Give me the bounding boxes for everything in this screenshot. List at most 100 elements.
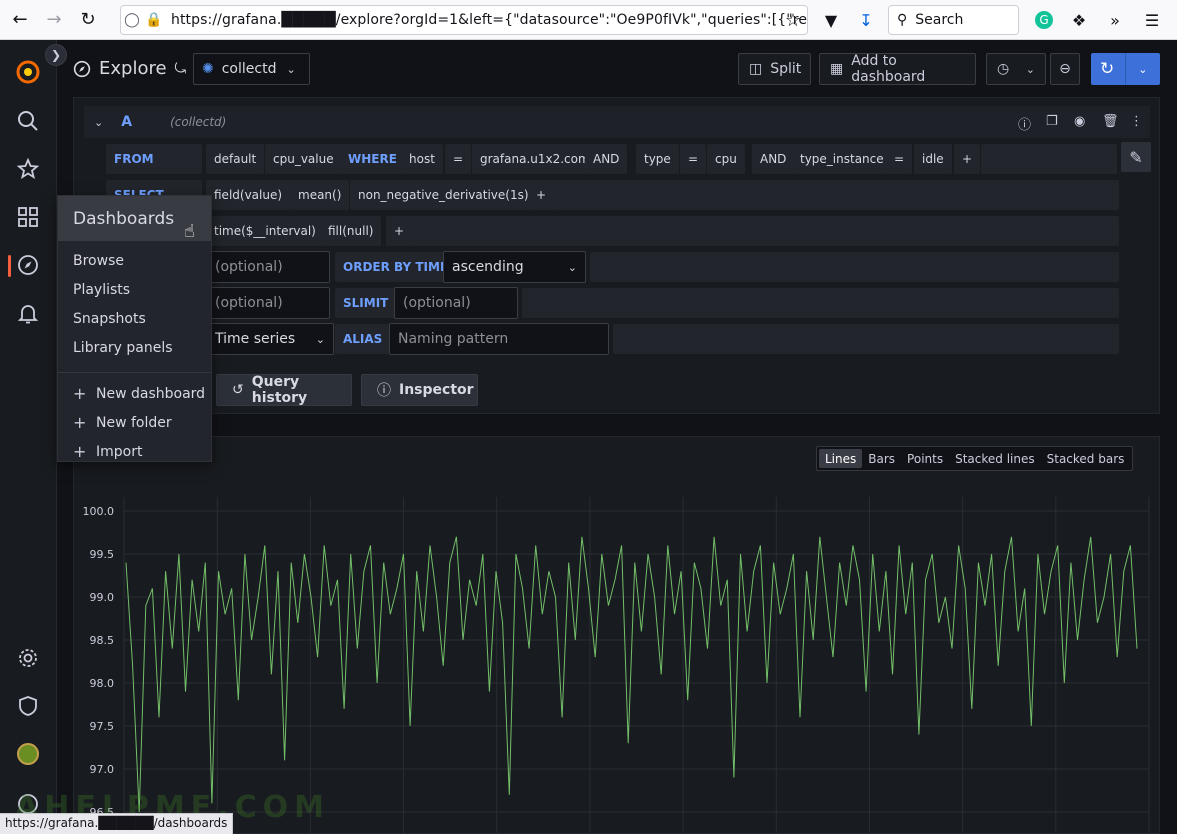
where-operator[interactable]: = bbox=[680, 144, 707, 174]
expand-menu-chevron-icon[interactable]: ❯ bbox=[45, 44, 67, 66]
slimit-input[interactable]: (optional) bbox=[394, 287, 518, 319]
query-row-header: ⌄ A (collectd) ⓘ ❐ ◉ 🗑 ⋮ bbox=[84, 106, 1150, 138]
query-history-button[interactable]: ↺ Query history bbox=[216, 374, 352, 406]
row-filler bbox=[613, 324, 1119, 354]
zoom-out-icon: ⊖ bbox=[1059, 61, 1071, 77]
help-icon[interactable]: ⓘ bbox=[1018, 114, 1031, 133]
y-tick-label: 98.5 bbox=[90, 634, 115, 647]
extension-icon[interactable]: ❖ bbox=[1067, 8, 1091, 32]
grammarly-icon[interactable]: G bbox=[1032, 8, 1056, 32]
menu-item-import[interactable]: + Import bbox=[58, 437, 211, 466]
apps-grid-icon: ▦ bbox=[830, 61, 844, 77]
overflow-chevrons-icon[interactable]: » bbox=[1103, 8, 1127, 32]
starred-icon[interactable] bbox=[14, 155, 42, 183]
split-button[interactable]: ◫ Split bbox=[738, 53, 811, 85]
refresh-icon: ↻ bbox=[1100, 59, 1115, 79]
where-key-type[interactable]: type bbox=[636, 144, 679, 174]
alerting-bell-icon[interactable] bbox=[14, 299, 42, 327]
retention-policy[interactable]: default bbox=[206, 144, 265, 174]
series-line bbox=[125, 536, 1138, 813]
url-bar[interactable]: ◯ 🔒 https://grafana.█████/explore?orgId=… bbox=[120, 5, 808, 35]
menu-item-browse[interactable]: Browse bbox=[58, 246, 211, 275]
where-key-type-instance[interactable]: type_instance bbox=[792, 144, 892, 174]
download-icon[interactable]: ↧ bbox=[854, 8, 878, 32]
where-value-type[interactable]: cpu bbox=[707, 144, 745, 174]
measurement[interactable]: cpu_value bbox=[265, 144, 342, 174]
row-filler bbox=[553, 180, 1119, 210]
order-select[interactable]: ascending ⌄ bbox=[443, 251, 586, 283]
chevron-down-icon: ⌄ bbox=[315, 332, 325, 346]
search-placeholder: Search bbox=[915, 12, 964, 28]
graph-panel: Lines Bars Points Stacked lines Stacked … bbox=[73, 436, 1160, 834]
where-value-host[interactable]: grafana.u1x2.com bbox=[472, 144, 598, 174]
menu-item-playlists[interactable]: Playlists bbox=[58, 275, 211, 304]
where-operator[interactable]: = bbox=[445, 144, 472, 174]
time-picker-button[interactable]: ◷ ⌄ bbox=[986, 53, 1046, 85]
group-by-time[interactable]: time($__interval) bbox=[206, 216, 324, 246]
forward-icon[interactable]: → bbox=[40, 6, 68, 34]
group-by-fill[interactable]: fill(null) bbox=[320, 216, 382, 246]
drag-handle-icon[interactable]: ⋮ bbox=[1130, 114, 1143, 129]
url-text: https://grafana.█████/explore?orgId=1&le… bbox=[171, 12, 808, 28]
add-group-by-button[interactable]: + bbox=[386, 216, 413, 246]
run-query-button[interactable]: ↻ ⌄ bbox=[1091, 53, 1160, 85]
menu-item-new-folder[interactable]: + New folder bbox=[58, 408, 211, 437]
add-to-dashboard-button[interactable]: ▦ Add to dashboard bbox=[819, 53, 976, 85]
browser-search-input[interactable]: ⚲ Search bbox=[888, 5, 1019, 35]
trash-icon[interactable]: 🗑 bbox=[1102, 114, 1119, 129]
alias-input[interactable]: Naming pattern bbox=[389, 323, 609, 355]
explore-compass-icon[interactable] bbox=[14, 251, 42, 279]
configuration-gear-icon[interactable] bbox=[14, 644, 42, 672]
zoom-out-button[interactable]: ⊖ bbox=[1050, 53, 1080, 85]
grafana-logo-icon[interactable] bbox=[14, 58, 42, 86]
explore-compass-icon bbox=[73, 60, 91, 77]
hamburger-menu-icon[interactable]: ☰ bbox=[1140, 8, 1164, 32]
select-field[interactable]: field(value) bbox=[206, 180, 291, 210]
menu-item-library-panels[interactable]: Library panels bbox=[58, 333, 211, 362]
where-operator[interactable]: = bbox=[886, 144, 913, 174]
menu-item-new-dashboard[interactable]: + New dashboard bbox=[58, 379, 211, 408]
dashboards-icon[interactable] bbox=[14, 203, 42, 231]
order-value: ascending bbox=[452, 259, 524, 275]
where-keyword: WHERE bbox=[340, 144, 405, 174]
limit-input[interactable]: (optional) bbox=[206, 287, 330, 319]
timezone-input[interactable]: (optional) bbox=[206, 251, 330, 283]
edit-raw-query-pencil-icon[interactable]: ✎ bbox=[1121, 142, 1151, 172]
info-circle-icon: ⓘ bbox=[377, 383, 391, 399]
reload-icon[interactable]: ↻ bbox=[74, 6, 102, 34]
back-icon[interactable]: ← bbox=[6, 6, 34, 34]
bookmark-star-icon[interactable]: ☆ bbox=[785, 10, 801, 31]
where-value-type-instance[interactable]: idle bbox=[914, 144, 952, 174]
duplicate-icon[interactable]: ❐ bbox=[1046, 114, 1058, 129]
lock-icon: 🔒 bbox=[145, 12, 163, 28]
select-aggregation[interactable]: mean() bbox=[290, 180, 350, 210]
collapse-chevron-icon[interactable]: ⌄ bbox=[94, 116, 103, 129]
row-filler bbox=[522, 288, 1119, 318]
query-ref-id[interactable]: A bbox=[121, 114, 132, 130]
eye-icon[interactable]: ◉ bbox=[1074, 114, 1085, 129]
search-icon[interactable] bbox=[14, 107, 42, 135]
user-avatar[interactable] bbox=[17, 743, 39, 765]
menu-item-snapshots[interactable]: Snapshots bbox=[58, 304, 211, 333]
share-icon[interactable]: ⤿ bbox=[175, 61, 187, 77]
pocket-icon[interactable]: ▼ bbox=[819, 8, 843, 32]
query-editor-panel: ⌄ A (collectd) ⓘ ❐ ◉ 🗑 ⋮ FROM default cp… bbox=[73, 97, 1160, 414]
chevron-down-icon[interactable]: ⌄ bbox=[1138, 63, 1147, 76]
y-tick-label: 97.5 bbox=[90, 720, 115, 733]
add-where-button[interactable]: + bbox=[954, 144, 981, 174]
shield-icon: ◯ bbox=[124, 12, 140, 28]
where-and[interactable]: AND bbox=[752, 144, 795, 174]
inspector-button[interactable]: ⓘ Inspector bbox=[361, 374, 478, 406]
select-transform[interactable]: non_negative_derivative(1s) bbox=[350, 180, 537, 210]
clock-icon: ◷ bbox=[997, 61, 1010, 77]
plus-icon: + bbox=[73, 442, 87, 461]
format-as-select[interactable]: Time series ⌄ bbox=[206, 323, 334, 355]
chevron-down-icon: ⌄ bbox=[286, 62, 296, 76]
datasource-picker[interactable]: ✺ collectd ⌄ bbox=[193, 53, 310, 85]
where-key-host[interactable]: host bbox=[401, 144, 443, 174]
time-series-chart[interactable]: 100.099.599.098.598.097.597.096.5 bbox=[74, 437, 1160, 834]
y-tick-label: 99.5 bbox=[90, 548, 115, 561]
server-admin-shield-icon[interactable] bbox=[14, 692, 42, 720]
where-and[interactable]: AND bbox=[585, 144, 628, 174]
add-select-button[interactable]: + bbox=[528, 180, 555, 210]
